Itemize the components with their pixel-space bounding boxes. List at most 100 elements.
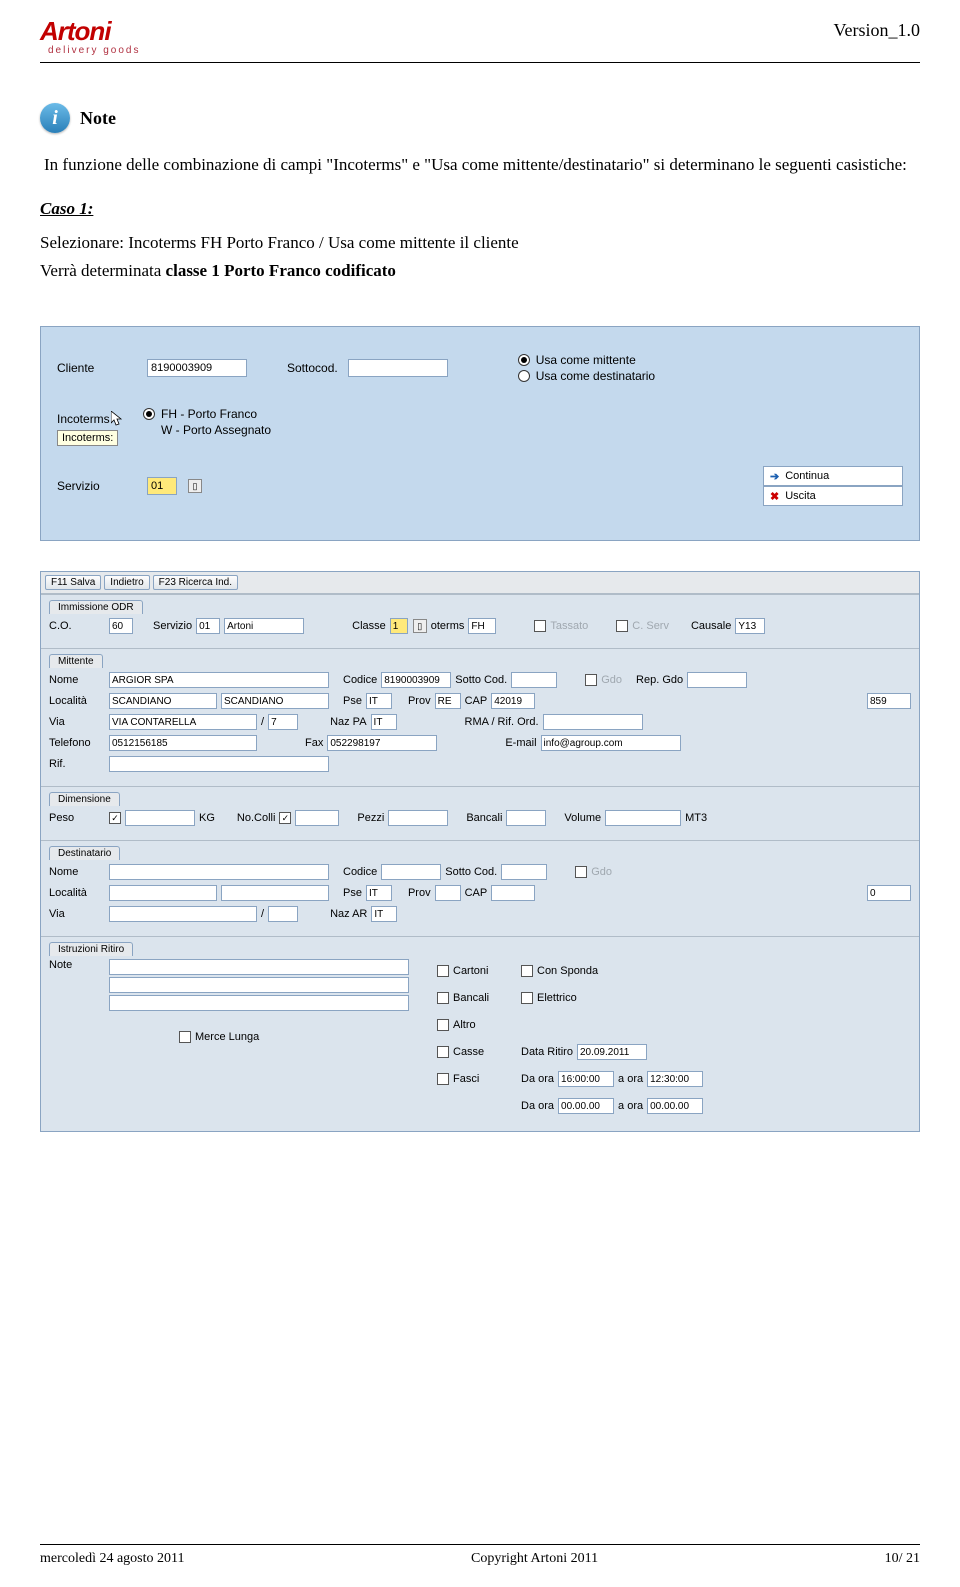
istr-note-input-2[interactable] xyxy=(109,977,409,993)
bancali-label: Bancali xyxy=(453,992,503,1004)
mit-loc2-input[interactable]: SCANDIANO xyxy=(221,693,329,709)
fasci-checkbox[interactable] xyxy=(437,1073,449,1085)
aora1-input[interactable]: 12:30:00 xyxy=(647,1071,703,1087)
co-input[interactable]: 60 xyxy=(109,618,133,634)
dest-codice-input[interactable] xyxy=(381,864,441,880)
dest-zero-input[interactable]: 0 xyxy=(867,885,911,901)
servizio-input[interactable]: 01 xyxy=(147,477,177,495)
case1-line2: Verrà determinata classe 1 Porto Franco … xyxy=(40,257,920,286)
mit-nome-input[interactable]: ARGIOR SPA xyxy=(109,672,329,688)
dest-sotto-label: Sotto Cod. xyxy=(445,866,497,878)
merce-lunga-checkbox[interactable] xyxy=(179,1031,191,1043)
version-label: Version_1.0 xyxy=(834,20,921,41)
dim-colli-check[interactable]: ✓ xyxy=(279,812,291,824)
dest-via-n-input[interactable] xyxy=(268,906,298,922)
dest-gdo-label: Gdo xyxy=(591,866,612,878)
aora2-label: a ora xyxy=(618,1100,643,1112)
mit-via-n-input[interactable]: 7 xyxy=(268,714,298,730)
casse-checkbox[interactable] xyxy=(437,1046,449,1058)
usa-destinatario-radio[interactable] xyxy=(518,370,530,382)
elettrico-checkbox[interactable] xyxy=(521,992,533,1004)
usa-mittente-radio[interactable] xyxy=(518,354,530,366)
sottocod-input[interactable] xyxy=(348,359,448,377)
arrow-right-icon: ➔ xyxy=(770,470,779,483)
dim-pezzi-input[interactable] xyxy=(388,810,448,826)
mit-via-input[interactable]: VIA CONTARELLA xyxy=(109,714,257,730)
uscita-button[interactable]: ✖ Uscita xyxy=(763,486,903,506)
dim-peso-check[interactable]: ✓ xyxy=(109,812,121,824)
tassato-checkbox[interactable] xyxy=(534,620,546,632)
consponda-checkbox[interactable] xyxy=(521,965,533,977)
mit-cap-input[interactable]: 42019 xyxy=(491,693,535,709)
mit-prov-input[interactable]: RE xyxy=(435,693,461,709)
dest-cap-input[interactable] xyxy=(491,885,535,901)
mit-loc1-input[interactable]: SCANDIANO xyxy=(109,693,217,709)
causale-input[interactable]: Y13 xyxy=(735,618,765,634)
cliente-input[interactable]: 8190003909 xyxy=(147,359,247,377)
data-ritiro-input[interactable]: 20.09.2011 xyxy=(577,1044,647,1060)
dest-pse-input[interactable]: IT xyxy=(366,885,392,901)
usa-destinatario-label: Usa come destinatario xyxy=(536,369,655,383)
mit-email-input[interactable]: info@agroup.com xyxy=(541,735,681,751)
servizio-helper-icon[interactable]: ▯ xyxy=(188,479,202,493)
logo-text: Artoni xyxy=(40,20,140,43)
mit-repgdo-input[interactable] xyxy=(687,672,747,688)
mit-gdo-checkbox[interactable] xyxy=(585,674,597,686)
mit-codice-input[interactable]: 8190003909 xyxy=(381,672,451,688)
oterms-input[interactable]: FH xyxy=(468,618,496,634)
incoterms-fh-radio[interactable] xyxy=(143,408,155,420)
mit-pse-input[interactable]: IT xyxy=(366,693,392,709)
mit-tel-input[interactable]: 0512156185 xyxy=(109,735,257,751)
istr-note-input-1[interactable] xyxy=(109,959,409,975)
dest-via-label: Via xyxy=(49,908,105,920)
incoterms-fh-label: FH - Porto Franco xyxy=(161,407,257,421)
dest-loc2-input[interactable] xyxy=(221,885,329,901)
footer-page: 10/ 21 xyxy=(885,1551,920,1567)
altro-checkbox[interactable] xyxy=(437,1019,449,1031)
mit-nazpa-input[interactable]: IT xyxy=(371,714,397,730)
dest-via-input[interactable] xyxy=(109,906,257,922)
dim-peso-input[interactable] xyxy=(125,810,195,826)
mit-via-label: Via xyxy=(49,716,105,728)
mit-rif-input[interactable] xyxy=(109,756,329,772)
cartoni-checkbox[interactable] xyxy=(437,965,449,977)
classe-input[interactable]: 1 xyxy=(390,618,408,634)
aora2-input[interactable]: 00.00.00 xyxy=(647,1098,703,1114)
continua-button[interactable]: ➔ Continua xyxy=(763,466,903,486)
note-body: In funzione delle combinazione di campi … xyxy=(44,151,920,178)
merce-lunga-label: Merce Lunga xyxy=(195,1031,259,1043)
toolbar-search-button[interactable]: F23 Ricerca Ind. xyxy=(153,575,238,590)
dest-codice-label: Codice xyxy=(343,866,377,878)
dim-volume-input[interactable] xyxy=(605,810,681,826)
dest-sotto-input[interactable] xyxy=(501,864,547,880)
note-heading: Note xyxy=(80,108,116,129)
dim-colli-input[interactable] xyxy=(295,810,339,826)
toolbar-back-button[interactable]: Indietro xyxy=(104,575,149,590)
toolbar-save-button[interactable]: F11 Salva xyxy=(45,575,101,590)
mit-fax-input[interactable]: 052298197 xyxy=(327,735,437,751)
selection-panel: Cliente 8190003909 Sottocod. Usa come mi… xyxy=(40,326,920,541)
bancali-checkbox[interactable] xyxy=(437,992,449,1004)
mit-gdo-label: Gdo xyxy=(601,674,622,686)
daora1-input[interactable]: 16:00:00 xyxy=(558,1071,614,1087)
daora2-input[interactable]: 00.00.00 xyxy=(558,1098,614,1114)
mit-rma-input[interactable] xyxy=(543,714,643,730)
dest-loc1-input[interactable] xyxy=(109,885,217,901)
dim-bancali-input[interactable] xyxy=(506,810,546,826)
cserv-checkbox[interactable] xyxy=(616,620,628,632)
mit-extra-input[interactable]: 859 xyxy=(867,693,911,709)
mit-sotto-input[interactable] xyxy=(511,672,557,688)
daora2-label: Da ora xyxy=(521,1100,554,1112)
dest-nome-input[interactable] xyxy=(109,864,329,880)
istr-note-input-3[interactable] xyxy=(109,995,409,1011)
classe-helper-icon[interactable]: ▯ xyxy=(413,619,427,633)
dim-kg-label: KG xyxy=(199,812,215,824)
servizio-form-input[interactable]: 01 xyxy=(196,618,220,634)
mit-pse-label: Pse xyxy=(343,695,362,707)
incoterms-label: Incoterms xyxy=(57,412,110,426)
dest-cap-label: CAP xyxy=(465,887,488,899)
dest-nazar-input[interactable]: IT xyxy=(371,906,397,922)
mit-rif-label: Rif. xyxy=(49,758,105,770)
dest-prov-input[interactable] xyxy=(435,885,461,901)
dest-gdo-checkbox[interactable] xyxy=(575,866,587,878)
